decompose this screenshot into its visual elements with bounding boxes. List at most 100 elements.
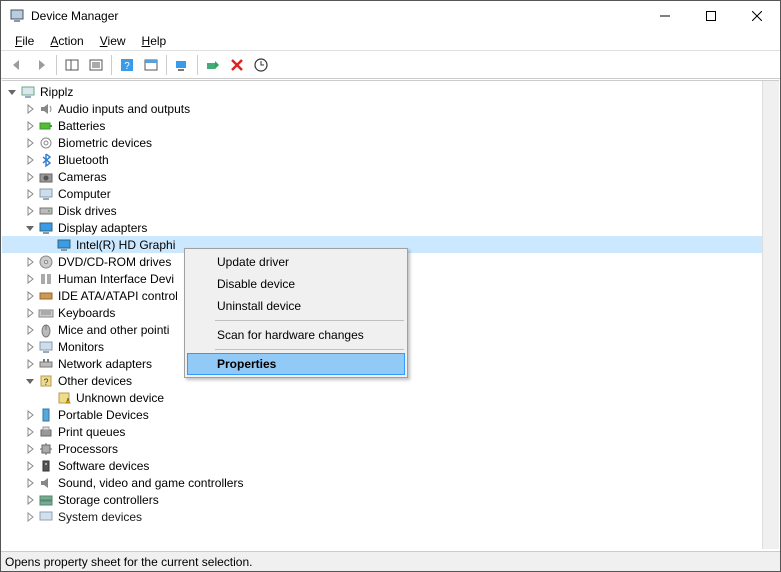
tree-item-label: Bluetooth — [58, 153, 113, 167]
tree-item-biometric[interactable]: Biometric devices — [2, 134, 762, 151]
expand-icon[interactable] — [24, 341, 36, 353]
close-button[interactable] — [734, 1, 780, 31]
toolbar: ? — [1, 51, 780, 79]
tree-item-system[interactable]: System devices — [2, 508, 762, 525]
menu-file[interactable]: File — [7, 32, 42, 50]
context-update-driver[interactable]: Update driver — [187, 251, 405, 273]
minimize-button[interactable] — [642, 1, 688, 31]
expand-icon[interactable] — [24, 511, 36, 523]
expand-icon[interactable] — [24, 426, 36, 438]
tree-item-label: IDE ATA/ATAPI control — [58, 289, 182, 303]
expand-icon[interactable] — [24, 171, 36, 183]
enable-device-button[interactable] — [201, 53, 225, 77]
tree-item-disk-drives[interactable]: Disk drives — [2, 202, 762, 219]
expand-icon[interactable] — [24, 477, 36, 489]
unknown-device-icon: ! — [56, 390, 72, 406]
context-properties[interactable]: Properties — [187, 353, 405, 375]
monitor-icon — [38, 339, 54, 355]
expand-icon[interactable] — [24, 324, 36, 336]
tree-item-label: Storage controllers — [58, 493, 163, 507]
context-menu: Update driver Disable device Uninstall d… — [184, 248, 408, 378]
scan-hardware-button[interactable] — [170, 53, 194, 77]
tree-item-label: Batteries — [58, 119, 109, 133]
maximize-button[interactable] — [688, 1, 734, 31]
tree-item-label: Unknown device — [76, 391, 168, 405]
tree-item-label: Processors — [58, 442, 122, 456]
context-uninstall-device[interactable]: Uninstall device — [187, 295, 405, 317]
computer-icon — [38, 186, 54, 202]
expand-icon[interactable] — [24, 307, 36, 319]
tree-item-label: Monitors — [58, 340, 108, 354]
collapse-icon[interactable] — [24, 375, 36, 387]
tree-item-label: Intel(R) HD Graphi — [76, 238, 179, 252]
audio-icon — [38, 101, 54, 117]
tree-item-audio[interactable]: Audio inputs and outputs — [2, 100, 762, 117]
menu-help[interactable]: Help — [134, 32, 175, 50]
tree-item-label: Audio inputs and outputs — [58, 102, 194, 116]
tree-item-computer[interactable]: Computer — [2, 185, 762, 202]
tree-item-label: Cameras — [58, 170, 111, 184]
context-separator — [215, 349, 404, 350]
menu-action[interactable]: Action — [42, 32, 91, 50]
tree-item-software[interactable]: Software devices — [2, 457, 762, 474]
tree-item-label: System devices — [58, 510, 146, 524]
software-icon — [38, 458, 54, 474]
tree-item-cameras[interactable]: Cameras — [2, 168, 762, 185]
tree-item-sound[interactable]: Sound, video and game controllers — [2, 474, 762, 491]
tree-item-portable[interactable]: Portable Devices — [2, 406, 762, 423]
uninstall-device-button[interactable] — [225, 53, 249, 77]
tree-root[interactable]: Ripplz — [2, 83, 762, 100]
back-button[interactable] — [5, 53, 29, 77]
context-separator — [215, 320, 404, 321]
properties-toolbar-button[interactable] — [84, 53, 108, 77]
update-driver-button[interactable] — [249, 53, 273, 77]
window-title: Device Manager — [31, 9, 642, 23]
tree-item-bluetooth[interactable]: Bluetooth — [2, 151, 762, 168]
collapse-icon[interactable] — [6, 86, 18, 98]
expand-icon[interactable] — [24, 205, 36, 217]
status-text: Opens property sheet for the current sel… — [5, 555, 252, 569]
expand-icon[interactable] — [24, 273, 36, 285]
menu-bar: File Action View Help — [1, 31, 780, 51]
tree-item-label: Keyboards — [58, 306, 119, 320]
context-disable-device[interactable]: Disable device — [187, 273, 405, 295]
tree-item-processors[interactable]: Processors — [2, 440, 762, 457]
expand-icon[interactable] — [24, 358, 36, 370]
tree-item-label: Computer — [58, 187, 115, 201]
forward-button[interactable] — [29, 53, 53, 77]
no-expander — [42, 239, 54, 251]
tree-item-label: Sound, video and game controllers — [58, 476, 247, 490]
tree-item-batteries[interactable]: Batteries — [2, 117, 762, 134]
action-toolbar-button[interactable] — [139, 53, 163, 77]
expand-icon[interactable] — [24, 443, 36, 455]
tree-item-label: Other devices — [58, 374, 136, 388]
show-hide-console-button[interactable] — [60, 53, 84, 77]
tree-item-display-adapters[interactable]: Display adapters — [2, 219, 762, 236]
menu-view[interactable]: View — [92, 32, 134, 50]
expand-icon[interactable] — [24, 120, 36, 132]
tree-item-label: Mice and other pointi — [58, 323, 173, 337]
expand-icon[interactable] — [24, 103, 36, 115]
context-scan-hardware[interactable]: Scan for hardware changes — [187, 324, 405, 346]
help-toolbar-button[interactable]: ? — [115, 53, 139, 77]
expand-icon[interactable] — [24, 256, 36, 268]
tree-item-label: Software devices — [58, 459, 153, 473]
cpu-icon — [38, 441, 54, 457]
expand-icon[interactable] — [24, 460, 36, 472]
tree-item-label: Human Interface Devi — [58, 272, 178, 286]
display-icon — [56, 237, 72, 253]
expand-icon[interactable] — [24, 409, 36, 421]
svg-text:?: ? — [43, 377, 48, 387]
expand-icon[interactable] — [24, 137, 36, 149]
expand-icon[interactable] — [24, 188, 36, 200]
expand-icon[interactable] — [24, 154, 36, 166]
tree-item-unknown[interactable]: ! Unknown device — [2, 389, 762, 406]
collapse-icon[interactable] — [24, 222, 36, 234]
tree-item-label: Display adapters — [58, 221, 151, 235]
expand-icon[interactable] — [24, 290, 36, 302]
app-icon — [9, 8, 25, 24]
tree-item-print[interactable]: Print queues — [2, 423, 762, 440]
tree-item-storage[interactable]: Storage controllers — [2, 491, 762, 508]
expand-icon[interactable] — [24, 494, 36, 506]
vertical-scrollbar[interactable] — [762, 81, 779, 549]
